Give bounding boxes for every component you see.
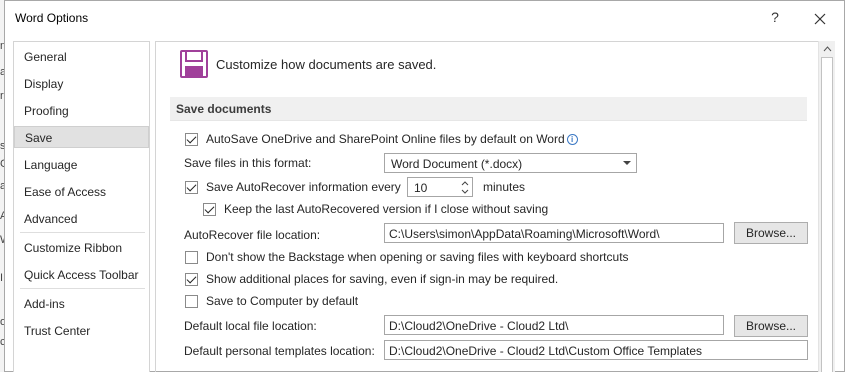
default-templates-value: D:\Cloud2\OneDrive - Cloud2 Ltd\Custom O… — [389, 344, 703, 358]
default-local-browse-button[interactable]: Browse... — [734, 315, 808, 337]
autorecover-location-label: AutoRecover file location: — [184, 228, 321, 242]
help-button[interactable]: ? — [763, 9, 787, 29]
autosave-label: AutoSave OneDrive and SharePoint Online … — [206, 132, 578, 146]
sidebar-item-display[interactable]: Display — [14, 73, 149, 95]
section-title: Save documents — [176, 102, 272, 116]
autorecover-browse-button[interactable]: Browse... — [734, 222, 808, 244]
save-options-panel: Customize how documents are saved. Save … — [155, 41, 834, 372]
info-icon[interactable]: i — [566, 134, 578, 145]
sidebar-item-language[interactable]: Language — [14, 154, 149, 176]
section-header: Save documents — [170, 97, 807, 121]
save-to-computer-checkbox[interactable] — [185, 295, 198, 308]
autorecover-location-value: C:\Users\simon\AppData\Roaming\Microsoft… — [389, 227, 660, 241]
default-local-label: Default local file location: — [184, 319, 317, 333]
keep-last-checkbox[interactable] — [203, 203, 216, 216]
autorecover-minutes-stepper[interactable]: 10 — [407, 177, 473, 197]
sidebar-item-ease-of-access[interactable]: Ease of Access — [14, 181, 149, 203]
additional-places-label: Show additional places for saving, even … — [206, 272, 559, 286]
default-templates-field[interactable]: D:\Cloud2\OneDrive - Cloud2 Ltd\Custom O… — [384, 340, 808, 360]
vertical-scrollbar[interactable] — [818, 41, 835, 372]
default-templates-label: Default personal templates location: — [184, 344, 375, 358]
spin-up-icon[interactable] — [460, 179, 470, 187]
options-sidebar: General Display Proofing Save Language E… — [13, 41, 150, 372]
sidebar-item-trust-center[interactable]: Trust Center — [14, 320, 149, 342]
spin-down-icon[interactable] — [460, 188, 470, 196]
save-format-value: Word Document (*.docx) — [391, 157, 523, 171]
save-to-computer-label: Save to Computer by default — [206, 294, 359, 308]
save-floppy-icon — [180, 50, 208, 78]
sidebar-divider — [20, 232, 145, 233]
default-local-field[interactable]: D:\Cloud2\OneDrive - Cloud2 Ltd\ — [384, 315, 724, 335]
save-format-dropdown[interactable]: Word Document (*.docx) — [384, 153, 637, 173]
dialog-title: Word Options — [15, 11, 89, 25]
backstage-label: Don't show the Backstage when opening or… — [206, 250, 629, 264]
title-bar: Word Options ? — [5, 1, 844, 37]
scrollbar-thumb[interactable] — [821, 57, 833, 372]
chevron-down-icon — [623, 161, 631, 165]
backstage-checkbox[interactable] — [185, 251, 198, 264]
panel-heading: Customize how documents are saved. — [216, 57, 437, 72]
minutes-unit-label: minutes — [483, 180, 526, 194]
background-text-fragment: I — [0, 272, 4, 284]
autorecover-minutes-value: 10 — [414, 181, 428, 195]
autorecover-location-field[interactable]: C:\Users\simon\AppData\Roaming\Microsoft… — [384, 223, 724, 243]
close-icon — [814, 13, 826, 25]
autorecover-label: Save AutoRecover information every — [206, 180, 401, 194]
sidebar-item-quick-access-toolbar[interactable]: Quick Access Toolbar — [14, 264, 149, 286]
scroll-up-icon[interactable] — [819, 43, 836, 55]
close-button[interactable] — [808, 7, 832, 31]
default-local-value: D:\Cloud2\OneDrive - Cloud2 Ltd\ — [389, 319, 569, 333]
sidebar-item-save[interactable]: Save — [14, 126, 149, 148]
sidebar-item-advanced[interactable]: Advanced — [14, 208, 149, 230]
autorecover-checkbox[interactable] — [185, 181, 198, 194]
additional-places-checkbox[interactable] — [185, 273, 198, 286]
sidebar-divider — [20, 288, 145, 289]
autosave-checkbox[interactable] — [185, 133, 198, 146]
sidebar-item-general[interactable]: General — [14, 46, 149, 68]
sidebar-item-customize-ribbon[interactable]: Customize Ribbon — [14, 237, 149, 259]
sidebar-item-add-ins[interactable]: Add-ins — [14, 293, 149, 315]
sidebar-item-proofing[interactable]: Proofing — [14, 100, 149, 122]
format-label: Save files in this format: — [184, 156, 312, 170]
word-options-dialog: Word Options ? General Display Proofing … — [4, 0, 845, 372]
keep-last-label: Keep the last AutoRecovered version if I… — [224, 202, 549, 216]
